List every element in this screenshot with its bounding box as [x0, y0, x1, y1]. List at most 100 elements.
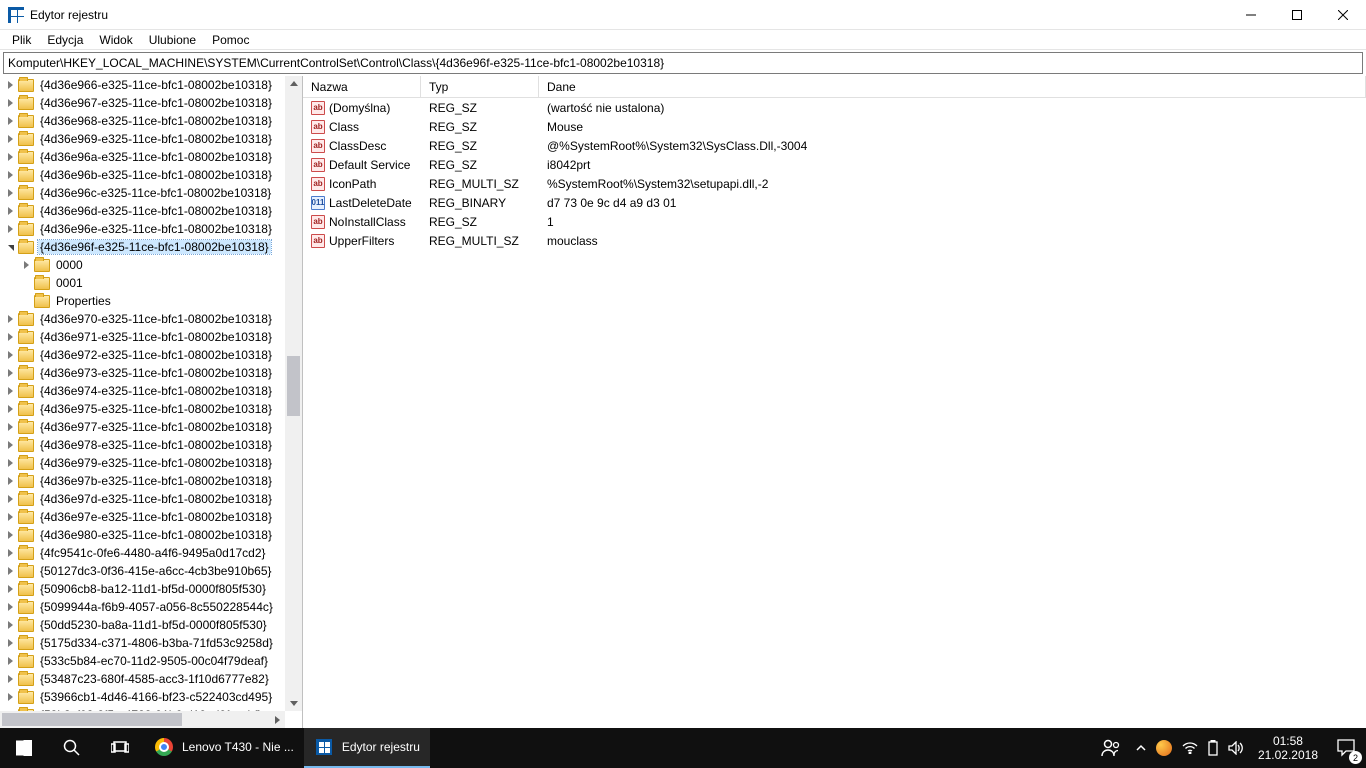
chevron-right-icon[interactable]: [4, 331, 16, 343]
chevron-right-icon[interactable]: [4, 583, 16, 595]
column-header-data[interactable]: Dane: [539, 76, 1366, 97]
tree-horizontal-scrollbar[interactable]: [0, 711, 285, 728]
tree-item[interactable]: {4d36e979-e325-11ce-bfc1-08002be10318}: [0, 454, 285, 472]
tree-item[interactable]: {4d36e96e-e325-11ce-bfc1-08002be10318}: [0, 220, 285, 238]
chevron-right-icon[interactable]: [4, 475, 16, 487]
taskbar-clock[interactable]: 01:58 21.02.2018: [1250, 734, 1326, 762]
tree-item[interactable]: 0001: [0, 274, 285, 292]
tree-item[interactable]: {4d36e970-e325-11ce-bfc1-08002be10318}: [0, 310, 285, 328]
tree-item[interactable]: {4d36e96b-e325-11ce-bfc1-08002be10318}: [0, 166, 285, 184]
chevron-right-icon[interactable]: [4, 439, 16, 451]
tray-weather-icon[interactable]: [1156, 740, 1172, 756]
tree-item[interactable]: {4d36e977-e325-11ce-bfc1-08002be10318}: [0, 418, 285, 436]
chevron-right-icon[interactable]: [4, 187, 16, 199]
tree-item[interactable]: {4d36e980-e325-11ce-bfc1-08002be10318}: [0, 526, 285, 544]
chevron-right-icon[interactable]: [4, 403, 16, 415]
tree-item[interactable]: {4d36e96a-e325-11ce-bfc1-08002be10318}: [0, 148, 285, 166]
tree-item[interactable]: {4d36e968-e325-11ce-bfc1-08002be10318}: [0, 112, 285, 130]
tree-item[interactable]: {4d36e974-e325-11ce-bfc1-08002be10318}: [0, 382, 285, 400]
chevron-right-icon[interactable]: [4, 97, 16, 109]
chevron-right-icon[interactable]: [4, 313, 16, 325]
tree-item[interactable]: {4d36e97e-e325-11ce-bfc1-08002be10318}: [0, 508, 285, 526]
chevron-right-icon[interactable]: [4, 619, 16, 631]
value-row[interactable]: abDefault ServiceREG_SZi8042prt: [303, 155, 1366, 174]
maximize-button[interactable]: [1274, 0, 1320, 30]
chevron-right-icon[interactable]: [20, 259, 32, 271]
tree-item[interactable]: {4d36e967-e325-11ce-bfc1-08002be10318}: [0, 94, 285, 112]
chevron-right-icon[interactable]: [4, 457, 16, 469]
tree-item[interactable]: {53487c23-680f-4585-acc3-1f10d6777e82}: [0, 670, 285, 688]
tree-item[interactable]: 0000: [0, 256, 285, 274]
tree-item[interactable]: {4d36e975-e325-11ce-bfc1-08002be10318}: [0, 400, 285, 418]
chevron-right-icon[interactable]: [4, 151, 16, 163]
chevron-right-icon[interactable]: [4, 169, 16, 181]
close-button[interactable]: [1320, 0, 1366, 30]
chevron-right-icon[interactable]: [4, 349, 16, 361]
action-center-button[interactable]: 2: [1326, 728, 1366, 768]
value-row[interactable]: 011LastDeleteDateREG_BINARYd7 73 0e 9c d…: [303, 193, 1366, 212]
tree-item[interactable]: {5099944a-f6b9-4057-a056-8c550228544c}: [0, 598, 285, 616]
chevron-right-icon[interactable]: [4, 601, 16, 613]
menu-widok[interactable]: Widok: [91, 31, 140, 49]
tree-item[interactable]: {50dd5230-ba8a-11d1-bf5d-0000f805f530}: [0, 616, 285, 634]
tree-item[interactable]: {4d36e973-e325-11ce-bfc1-08002be10318}: [0, 364, 285, 382]
tree-item[interactable]: {4d36e966-e325-11ce-bfc1-08002be10318}: [0, 76, 285, 94]
tree-item[interactable]: {4fc9541c-0fe6-4480-a4f6-9495a0d17cd2}: [0, 544, 285, 562]
tree-item[interactable]: {4d36e96c-e325-11ce-bfc1-08002be10318}: [0, 184, 285, 202]
tree-item[interactable]: {4d36e97b-e325-11ce-bfc1-08002be10318}: [0, 472, 285, 490]
chevron-right-icon[interactable]: [4, 493, 16, 505]
tree-item[interactable]: {50906cb8-ba12-11d1-bf5d-0000f805f530}: [0, 580, 285, 598]
address-bar[interactable]: Komputer\HKEY_LOCAL_MACHINE\SYSTEM\Curre…: [3, 52, 1363, 74]
search-button[interactable]: [48, 728, 96, 768]
start-button[interactable]: [0, 728, 48, 768]
column-header-type[interactable]: Typ: [421, 76, 539, 97]
tray-battery-icon[interactable]: [1208, 740, 1218, 756]
chevron-right-icon[interactable]: [4, 223, 16, 235]
chevron-right-icon[interactable]: [4, 367, 16, 379]
chevron-right-icon[interactable]: [4, 421, 16, 433]
minimize-button[interactable]: [1228, 0, 1274, 30]
value-row[interactable]: abClassDescREG_SZ@%SystemRoot%\System32\…: [303, 136, 1366, 155]
chevron-right-icon[interactable]: [4, 511, 16, 523]
chevron-right-icon[interactable]: [4, 655, 16, 667]
value-row[interactable]: abNoInstallClassREG_SZ1: [303, 212, 1366, 231]
tree-item[interactable]: {4d36e96f-e325-11ce-bfc1-08002be10318}: [0, 238, 285, 256]
value-row[interactable]: ab(Domyślna)REG_SZ(wartość nie ustalona): [303, 98, 1366, 117]
chevron-right-icon[interactable]: [4, 637, 16, 649]
chevron-right-icon[interactable]: [4, 133, 16, 145]
tree-item[interactable]: {4d36e97d-e325-11ce-bfc1-08002be10318}: [0, 490, 285, 508]
task-view-button[interactable]: [96, 728, 144, 768]
value-row[interactable]: abIconPathREG_MULTI_SZ%SystemRoot%\Syste…: [303, 174, 1366, 193]
chevron-right-icon[interactable]: [4, 691, 16, 703]
chevron-right-icon[interactable]: [4, 79, 16, 91]
tree-item[interactable]: {4d36e969-e325-11ce-bfc1-08002be10318}: [0, 130, 285, 148]
people-button[interactable]: [1092, 728, 1130, 768]
menu-pomoc[interactable]: Pomoc: [204, 31, 257, 49]
tree-item[interactable]: {4d36e96d-e325-11ce-bfc1-08002be10318}: [0, 202, 285, 220]
taskbar-task[interactable]: Lenovo T430 - Nie ...: [144, 728, 304, 768]
tree-item[interactable]: {4d36e972-e325-11ce-bfc1-08002be10318}: [0, 346, 285, 364]
tray-volume-icon[interactable]: [1228, 741, 1244, 755]
chevron-right-icon[interactable]: [4, 205, 16, 217]
column-header-name[interactable]: Nazwa: [303, 76, 421, 97]
system-tray[interactable]: [1130, 740, 1250, 756]
tray-chevron-icon[interactable]: [1136, 743, 1146, 753]
tree-item[interactable]: {4d36e978-e325-11ce-bfc1-08002be10318}: [0, 436, 285, 454]
tray-wifi-icon[interactable]: [1182, 742, 1198, 754]
chevron-down-icon[interactable]: [4, 241, 16, 253]
tree-item[interactable]: {50127dc3-0f36-415e-a6cc-4cb3be910b65}: [0, 562, 285, 580]
menu-plik[interactable]: Plik: [4, 31, 39, 49]
value-row[interactable]: abUpperFiltersREG_MULTI_SZmouclass: [303, 231, 1366, 250]
tree-item[interactable]: {5175d334-c371-4806-b3ba-71fd53c9258d}: [0, 634, 285, 652]
tree-vertical-scrollbar[interactable]: [285, 76, 302, 711]
chevron-right-icon[interactable]: [4, 673, 16, 685]
chevron-right-icon[interactable]: [4, 565, 16, 577]
taskbar-task[interactable]: Edytor rejestru: [304, 728, 430, 768]
chevron-right-icon[interactable]: [4, 529, 16, 541]
tree-item[interactable]: {53966cb1-4d46-4166-bf23-c522403cd495}: [0, 688, 285, 706]
value-row[interactable]: abClassREG_SZMouse: [303, 117, 1366, 136]
menu-edycja[interactable]: Edycja: [39, 31, 91, 49]
tree-item[interactable]: Properties: [0, 292, 285, 310]
tree-item[interactable]: {4d36e971-e325-11ce-bfc1-08002be10318}: [0, 328, 285, 346]
chevron-right-icon[interactable]: [4, 115, 16, 127]
